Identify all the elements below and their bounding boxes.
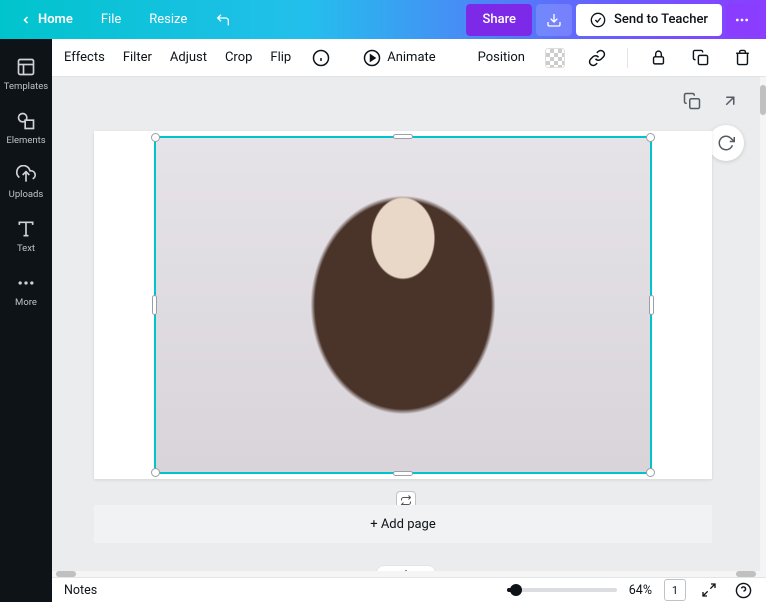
resize-handle-top-left[interactable]	[151, 133, 160, 142]
notes-button[interactable]: Notes	[64, 583, 97, 598]
lock-button[interactable]	[646, 46, 670, 70]
resize-handle-left[interactable]	[152, 295, 157, 315]
lock-icon	[650, 49, 667, 66]
page-count-badge[interactable]: 1	[664, 579, 686, 601]
selected-image[interactable]	[154, 136, 652, 474]
zoom-knob[interactable]	[510, 584, 522, 596]
resize-handle-bottom-right[interactable]	[646, 468, 655, 477]
external-icon	[721, 92, 739, 110]
uploads-icon	[16, 165, 36, 185]
undo-icon	[215, 12, 231, 28]
duplicate-icon	[692, 49, 709, 66]
download-button[interactable]	[536, 4, 572, 36]
refresh-button[interactable]	[708, 125, 744, 161]
filter-button[interactable]: Filter	[123, 50, 152, 65]
open-external-button[interactable]	[718, 89, 742, 113]
home-button[interactable]: Home	[8, 6, 85, 34]
flip-button[interactable]: Flip	[270, 50, 291, 65]
share-button[interactable]: Share	[466, 4, 532, 36]
more-menu-button[interactable]	[726, 4, 758, 36]
top-bar: Home File Resize Share Send to Teacher	[0, 0, 766, 39]
copy-icon	[683, 92, 701, 110]
duplicate-page-button[interactable]	[680, 89, 704, 113]
fullscreen-button[interactable]	[698, 579, 720, 601]
check-circle-icon	[590, 12, 606, 28]
dots-horizontal-icon	[734, 12, 750, 28]
vertical-scrollbar[interactable]	[760, 77, 766, 577]
resize-handle-right[interactable]	[649, 295, 654, 315]
resize-menu[interactable]: Resize	[137, 6, 199, 34]
animate-icon	[363, 49, 381, 67]
resize-label: Resize	[149, 12, 187, 27]
info-button[interactable]	[309, 46, 333, 70]
transparency-icon	[545, 48, 565, 68]
resize-handle-top-right[interactable]	[646, 133, 655, 142]
dots-horizontal-icon	[16, 273, 36, 293]
left-sidebar: Templates Elements Uploads Text More	[0, 39, 52, 602]
design-page[interactable]	[94, 131, 712, 479]
animate-label: Animate	[387, 50, 435, 65]
refresh-icon	[717, 134, 735, 152]
link-icon	[588, 49, 606, 67]
trash-icon	[734, 49, 751, 66]
sidebar-item-label: Uploads	[9, 189, 44, 200]
sidebar-item-text[interactable]: Text	[0, 209, 52, 263]
file-label: File	[101, 12, 121, 27]
page-number: 1	[672, 584, 678, 597]
scrollbar-thumb[interactable]	[760, 85, 766, 115]
adjust-button[interactable]: Adjust	[170, 50, 207, 65]
link-button[interactable]	[585, 46, 609, 70]
sidebar-item-label: More	[15, 297, 37, 308]
canvas-area[interactable]: + Add page	[52, 77, 760, 577]
transparency-button[interactable]	[543, 46, 567, 70]
fullscreen-icon	[701, 582, 717, 598]
resize-handle-top[interactable]	[393, 134, 413, 139]
animate-button[interactable]: Animate	[363, 49, 435, 67]
add-page-label: + Add page	[370, 517, 436, 532]
context-toolbar: Effects Filter Adjust Crop Flip Animate …	[52, 39, 766, 77]
zoom-slider[interactable]	[507, 588, 617, 592]
sidebar-item-elements[interactable]: Elements	[0, 101, 52, 155]
sidebar-item-label: Templates	[4, 81, 48, 92]
bottom-bar: Notes 64% 1	[52, 577, 766, 602]
add-page-button[interactable]: + Add page	[94, 505, 712, 543]
download-icon	[546, 12, 562, 28]
resize-handle-bottom[interactable]	[393, 471, 413, 476]
help-button[interactable]	[732, 579, 754, 601]
file-menu[interactable]: File	[89, 6, 133, 34]
effects-button[interactable]: Effects	[64, 50, 105, 65]
delete-button[interactable]	[730, 46, 754, 70]
zoom-value[interactable]: 64%	[629, 583, 652, 598]
home-label: Home	[38, 12, 73, 27]
send-to-teacher-button[interactable]: Send to Teacher	[576, 4, 722, 36]
chevron-left-icon	[20, 14, 32, 26]
zoom-track[interactable]	[507, 588, 617, 592]
sidebar-item-more[interactable]: More	[0, 263, 52, 317]
sidebar-item-templates[interactable]: Templates	[0, 47, 52, 101]
undo-button[interactable]	[203, 6, 243, 34]
sidebar-item-uploads[interactable]: Uploads	[0, 155, 52, 209]
templates-icon	[16, 57, 36, 77]
help-icon	[735, 582, 752, 599]
position-button[interactable]: Position	[478, 50, 525, 65]
send-teacher-label: Send to Teacher	[614, 12, 708, 27]
resize-handle-bottom-left[interactable]	[151, 468, 160, 477]
sidebar-item-label: Elements	[6, 135, 45, 146]
sidebar-item-label: Text	[17, 243, 35, 254]
crop-button[interactable]: Crop	[225, 50, 252, 65]
text-icon	[16, 219, 36, 239]
share-label: Share	[482, 12, 516, 27]
info-icon	[312, 49, 330, 67]
duplicate-button[interactable]	[688, 46, 712, 70]
elements-icon	[16, 111, 36, 131]
